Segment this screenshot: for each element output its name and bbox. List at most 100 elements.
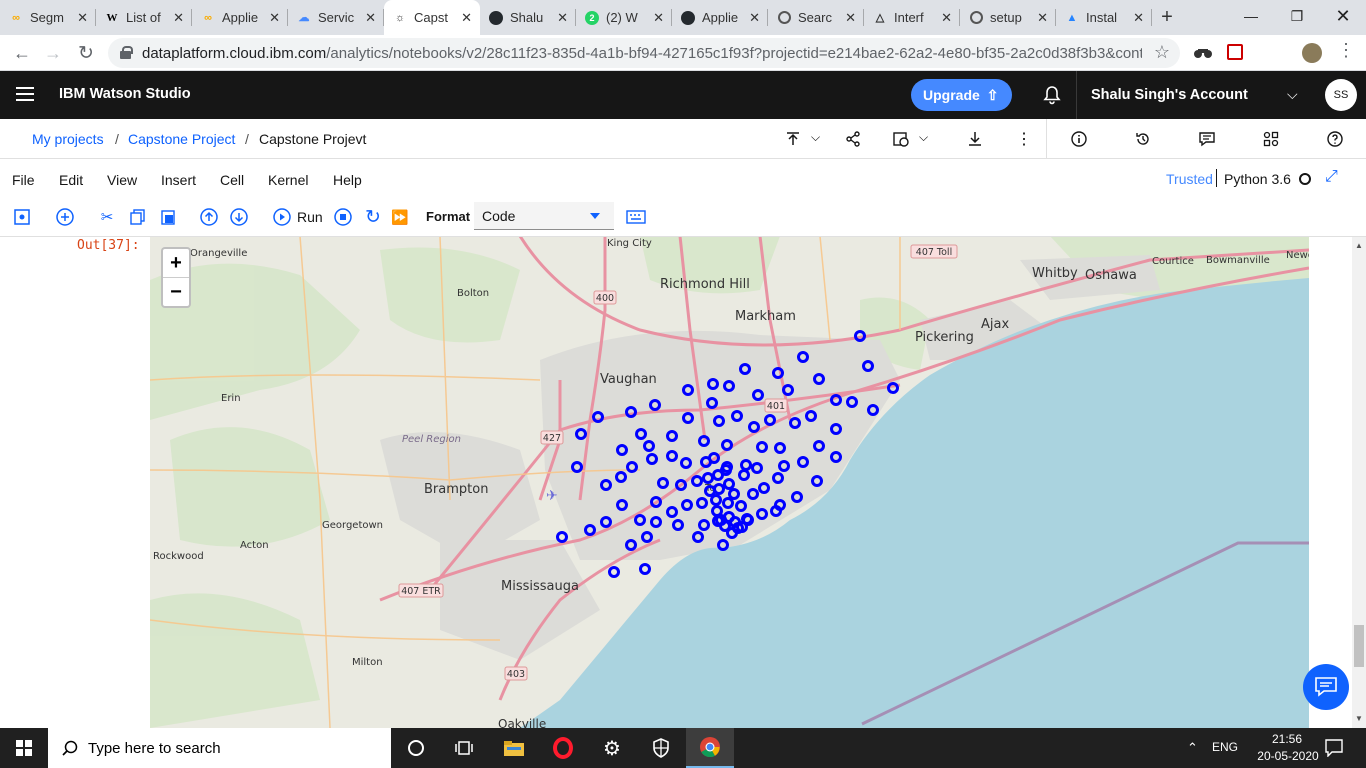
zoom-in-button[interactable]: + (163, 249, 189, 278)
keyboard-icon[interactable] (626, 208, 646, 226)
chevron-down-icon[interactable]: ⌵ (811, 130, 820, 145)
menu-view[interactable]: View (107, 172, 137, 188)
chat-button[interactable] (1303, 664, 1349, 710)
close-tab-icon[interactable]: ✕ (653, 10, 664, 26)
file-explorer-icon[interactable] (490, 728, 538, 768)
trusted-indicator[interactable]: Trusted (1166, 171, 1213, 187)
scrollbar-thumb[interactable] (1354, 625, 1364, 667)
stop-icon[interactable] (334, 208, 352, 226)
move-down-icon[interactable] (230, 208, 248, 226)
close-tab-icon[interactable]: ✕ (461, 10, 472, 26)
cortana-icon[interactable] (392, 728, 440, 768)
clock-date[interactable]: 20-05-2020 (1255, 749, 1321, 763)
forward-icon[interactable]: → (42, 42, 64, 64)
breadcrumb-link-my-projects[interactable]: My projects (32, 131, 104, 147)
browser-tab[interactable]: 2 (2) W ✕ (576, 0, 672, 35)
task-view-icon[interactable] (440, 728, 488, 768)
close-tab-icon[interactable]: ✕ (77, 10, 88, 26)
schedule-icon[interactable] (893, 131, 909, 147)
close-tab-icon[interactable]: ✕ (365, 10, 376, 26)
download-icon[interactable] (967, 131, 983, 147)
hamburger-menu-icon[interactable] (16, 87, 34, 101)
extension-icon[interactable] (1193, 44, 1213, 62)
security-shield-icon[interactable] (637, 728, 685, 768)
run-button[interactable]: Run (273, 208, 323, 226)
fullscreen-icon[interactable]: ⤢ (1325, 168, 1338, 186)
menu-cell[interactable]: Cell (220, 172, 244, 188)
browser-tab[interactable]: △ Interf ✕ (864, 0, 960, 35)
browser-tab[interactable]: ∞ Segm ✕ (0, 0, 96, 35)
upgrade-button[interactable]: Upgrade ⇧ (911, 79, 1012, 111)
save-icon[interactable] (13, 208, 31, 226)
bookmark-star-icon[interactable]: ☆ (1154, 42, 1170, 63)
cut-icon[interactable]: ✂ (98, 208, 116, 226)
comments-icon[interactable] (1199, 131, 1215, 147)
clock-time[interactable]: 21:56 (1263, 732, 1311, 746)
close-tab-icon[interactable]: ✕ (749, 10, 760, 26)
close-tab-icon[interactable]: ✕ (1037, 10, 1048, 26)
settings-gear-icon[interactable]: ⚙ (588, 728, 636, 768)
windows-start-icon[interactable] (0, 728, 48, 768)
taskbar-search-input[interactable]: Type here to search (48, 728, 391, 768)
add-cell-icon[interactable] (56, 208, 74, 226)
notebook-scrollbar[interactable]: ▲ ▼ (1352, 237, 1366, 728)
browser-tab[interactable]: Shalu ✕ (480, 0, 576, 35)
map-output[interactable]: King City Orangeville Bolton Richmond Hill M… (150, 237, 1309, 728)
url-input[interactable]: dataplatform.cloud.ibm.com/analytics/not… (108, 38, 1180, 68)
publish-icon[interactable] (785, 131, 801, 147)
menu-file[interactable]: File (12, 172, 35, 188)
version-history-icon[interactable] (1135, 131, 1151, 147)
minimize-icon[interactable]: — (1228, 0, 1274, 32)
help-icon[interactable] (1327, 131, 1343, 147)
info-icon[interactable] (1071, 131, 1087, 147)
breadcrumb-link-capstone-project[interactable]: Capstone Project (128, 131, 235, 147)
profile-avatar[interactable] (1302, 43, 1322, 63)
avatar[interactable]: SS (1325, 79, 1357, 111)
overflow-menu-icon[interactable]: ⋮ (1016, 129, 1032, 149)
browser-tab[interactable]: W List of ✕ (96, 0, 192, 35)
move-up-icon[interactable] (200, 208, 218, 226)
close-tab-icon[interactable]: ✕ (941, 10, 952, 26)
account-switcher[interactable]: Shalu Singh's Account (1091, 87, 1248, 103)
close-tab-icon[interactable]: ✕ (173, 10, 184, 26)
menu-help[interactable]: Help (333, 172, 362, 188)
copy-icon[interactable] (129, 208, 147, 226)
share-icon[interactable] (845, 131, 861, 147)
menu-edit[interactable]: Edit (59, 172, 83, 188)
chevron-down-icon[interactable]: ⌵ (1287, 86, 1298, 103)
close-window-icon[interactable]: ✕ (1320, 0, 1366, 32)
scroll-down-icon[interactable]: ▼ (1355, 714, 1363, 723)
close-tab-icon[interactable]: ✕ (1133, 10, 1144, 26)
cell-type-select[interactable]: Code (474, 202, 614, 230)
browser-tab[interactable]: ☁ Servic ✕ (288, 0, 384, 35)
browser-tab[interactable]: setup ✕ (960, 0, 1056, 35)
data-assets-icon[interactable] (1263, 131, 1279, 147)
browser-tab[interactable]: ▲ Instal ✕ (1056, 0, 1152, 35)
notification-bell-icon[interactable] (1042, 85, 1062, 105)
menu-insert[interactable]: Insert (161, 172, 196, 188)
restart-icon[interactable]: ↻ (364, 207, 382, 228)
back-icon[interactable]: ← (11, 42, 33, 64)
fast-forward-icon[interactable]: ⏩ (391, 208, 409, 226)
maximize-icon[interactable]: ❐ (1274, 0, 1320, 32)
chevron-down-icon[interactable]: ⌵ (919, 130, 928, 145)
close-tab-icon[interactable]: ✕ (557, 10, 568, 26)
language-indicator[interactable]: ENG (1212, 740, 1238, 754)
pocket-extension-icon[interactable] (1227, 44, 1243, 60)
browser-tab[interactable]: Searc ✕ (768, 0, 864, 35)
opera-icon[interactable] (539, 728, 587, 768)
menu-kernel[interactable]: Kernel (268, 172, 308, 188)
product-title[interactable]: IBM Watson Studio (59, 86, 191, 102)
browser-tab[interactable]: ∞ Applie ✕ (192, 0, 288, 35)
zoom-out-button[interactable]: − (163, 278, 189, 307)
paste-icon[interactable] (159, 208, 177, 226)
browser-tab[interactable]: Applie ✕ (672, 0, 768, 35)
notifications-icon[interactable] (1325, 739, 1343, 762)
scroll-up-icon[interactable]: ▲ (1355, 241, 1363, 250)
close-tab-icon[interactable]: ✕ (845, 10, 856, 26)
chrome-taskbar-icon[interactable] (686, 728, 734, 768)
close-tab-icon[interactable]: ✕ (269, 10, 280, 26)
browser-tab[interactable]: ☼ Capst ✕ (384, 0, 480, 35)
folium-map[interactable]: King City Orangeville Bolton Richmond Hill M… (150, 237, 1309, 728)
tray-overflow-icon[interactable]: ⌃ (1187, 740, 1198, 756)
